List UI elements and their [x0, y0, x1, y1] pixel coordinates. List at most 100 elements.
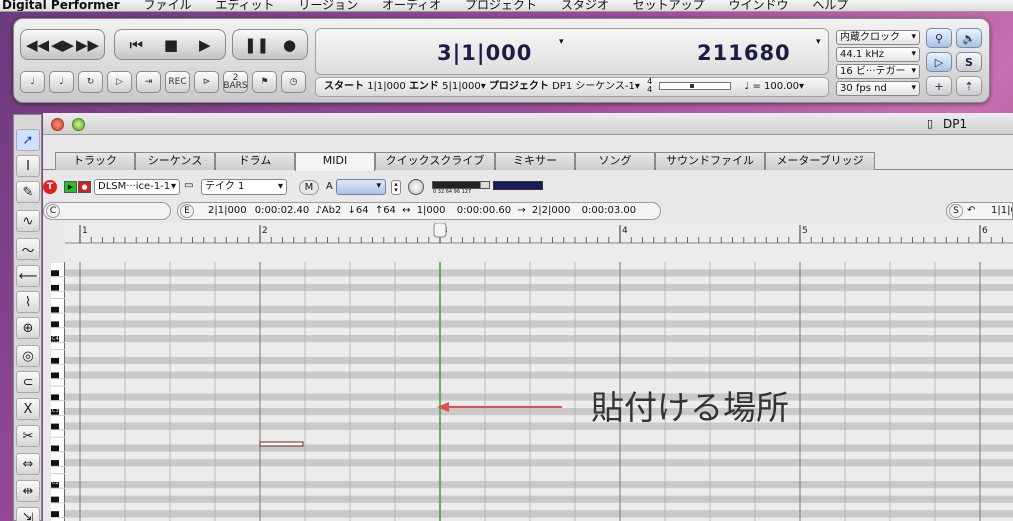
tab-song[interactable]: ソング: [575, 152, 655, 170]
menu-edit[interactable]: エディット: [215, 0, 274, 11]
event-velocity-off[interactable]: ↑64: [375, 205, 396, 216]
play-selection-button[interactable]: ▷: [926, 52, 952, 72]
stop-icon[interactable]: ■: [164, 36, 178, 54]
rhythm-tool[interactable]: ⌇: [16, 291, 40, 313]
start-value[interactable]: 1|1|000: [367, 81, 406, 92]
mute-tool[interactable]: X: [16, 398, 40, 420]
volume-slider[interactable]: [432, 181, 490, 189]
menu-app-name[interactable]: Digital Performer: [2, 0, 120, 11]
end-dropdown-icon[interactable]: ▾: [481, 81, 486, 92]
event-time[interactable]: 0:00:02.40: [255, 205, 309, 216]
main-counter[interactable]: 3|1|000 ▾ 211680 ▾: [315, 28, 829, 75]
sequence-menu[interactable]: シーケンス-1: [575, 81, 634, 92]
project-value[interactable]: DP1: [552, 81, 572, 92]
auto-rewind-button[interactable]: ⊳: [194, 71, 219, 93]
sequence-dropdown-icon[interactable]: ▾: [635, 81, 640, 92]
trim-tool[interactable]: ⇔: [16, 453, 40, 475]
automation-stepper[interactable]: ▴ ▾: [391, 180, 401, 195]
add-button[interactable]: +: [926, 76, 952, 96]
play-icon[interactable]: ▶: [199, 36, 211, 54]
menu-window[interactable]: ウインドウ: [729, 0, 789, 11]
controller-field[interactable]: C: [43, 202, 171, 220]
mute-m-button[interactable]: M: [299, 180, 319, 195]
menu-studio[interactable]: スタジオ: [561, 0, 609, 11]
tab-soundfiles[interactable]: サウンドファイル: [655, 152, 765, 170]
event-info-field[interactable]: E 2|1|000 0:00:02.40 ♪Ab2 ↓64 ↑64 ↔ 1|00…: [177, 202, 661, 220]
play-enable-icon[interactable]: ▶: [64, 181, 77, 193]
counter-samples[interactable]: 211680: [697, 41, 791, 65]
tab-meterbridge[interactable]: メーターブリッジ: [765, 152, 875, 170]
window-titlebar[interactable]: ▯ DP1: [43, 113, 1013, 135]
event-end-position[interactable]: 2|2|000: [532, 205, 571, 216]
pencil-tool[interactable]: ✎: [16, 181, 40, 203]
time-ruler[interactable]: 123456: [65, 222, 1013, 261]
zoom-window-icon[interactable]: [72, 118, 85, 131]
event-pitch[interactable]: ♪Ab2: [315, 205, 341, 216]
rewind-icon[interactable]: ◀◀: [26, 36, 49, 54]
record-icon[interactable]: ●: [283, 36, 296, 54]
curve-tool[interactable]: 〜: [16, 238, 40, 260]
extra-tool[interactable]: ⇲: [16, 507, 40, 521]
undo-icon[interactable]: ↶: [967, 203, 975, 219]
clock-button[interactable]: ◷: [281, 71, 306, 93]
event-duration-time[interactable]: 0:00:00.60: [457, 205, 511, 216]
tempo-dropdown-icon[interactable]: ▾: [799, 81, 804, 92]
overdub-button[interactable]: ⚑: [252, 71, 277, 93]
event-end-time[interactable]: 0:00:03.00: [582, 205, 636, 216]
record-enable-icon[interactable]: ●: [78, 181, 91, 193]
loop-tool[interactable]: ⊂: [16, 371, 40, 393]
tab-mixer[interactable]: ミキサー: [495, 152, 575, 170]
bit-depth-select[interactable]: 16 ビ···テガー: [836, 64, 920, 79]
output-device-select[interactable]: DLSM···ice-1-1 ▾: [94, 179, 180, 195]
bars-button[interactable]: 2 BARS: [223, 71, 248, 93]
menu-help[interactable]: ヘルプ: [812, 0, 848, 11]
shuttle-icon[interactable]: ◀▶: [51, 36, 74, 54]
menu-file[interactable]: ファイル: [144, 0, 192, 11]
wait-button[interactable]: ↻: [78, 71, 103, 93]
event-velocity-on[interactable]: ↓64: [348, 205, 369, 216]
end-value[interactable]: 5|1|000: [442, 81, 481, 92]
close-icon[interactable]: [51, 118, 64, 131]
frame-rate-select[interactable]: 30 fps nd: [836, 81, 920, 96]
take-select[interactable]: テイク 1 ▾: [201, 179, 287, 195]
tempo-value[interactable]: = 100.00: [752, 81, 799, 92]
split-tool[interactable]: ⇹: [16, 480, 40, 502]
counter-dropdown-icon[interactable]: ▾: [559, 37, 564, 47]
meter-display[interactable]: 44: [647, 78, 652, 94]
menu-project[interactable]: プロジェクト: [465, 0, 537, 11]
counter-bars-beats[interactable]: 3|1|000: [437, 41, 532, 65]
note-grid[interactable]: [65, 262, 1013, 521]
snap-position[interactable]: 1|1|0: [991, 203, 1012, 219]
pointer-tool[interactable]: ➚: [16, 129, 40, 151]
tab-midi[interactable]: MIDI: [295, 152, 375, 171]
ibeam-tool[interactable]: I: [16, 155, 40, 177]
tab-drums[interactable]: ドラム: [215, 152, 295, 170]
upload-button[interactable]: ⇡: [956, 76, 982, 96]
skip-back-icon[interactable]: ⏮: [129, 36, 143, 54]
scissors-tool[interactable]: ✂: [16, 425, 40, 447]
menu-region[interactable]: リージョン: [298, 0, 358, 11]
insert-tool[interactable]: ⟵: [16, 265, 40, 287]
auto-record-button[interactable]: REC: [165, 71, 190, 93]
scrub-tool[interactable]: ◎: [16, 345, 40, 367]
tempo-slider-thumb[interactable]: [690, 84, 695, 88]
tempo-slider[interactable]: [659, 82, 732, 90]
pan-knob[interactable]: [408, 179, 424, 195]
fast-forward-icon[interactable]: ▶▶: [76, 36, 99, 54]
track-enable-button[interactable]: T: [43, 180, 57, 194]
punch-button[interactable]: ⇥: [136, 71, 161, 93]
speaker-button[interactable]: 🔈: [956, 28, 982, 48]
piano-keyboard[interactable]: C5 C4 C3 C2: [51, 261, 65, 521]
solo-button[interactable]: S: [956, 52, 982, 72]
metronome-button[interactable]: ♩: [20, 71, 45, 93]
samples-dropdown-icon[interactable]: ▾: [816, 37, 821, 47]
countoff-button[interactable]: ♩: [49, 71, 74, 93]
clock-source-select[interactable]: 内蔵クロック: [836, 30, 920, 45]
automation-select[interactable]: ▾: [336, 179, 386, 195]
tab-quickscribe[interactable]: クイックスクライブ: [375, 152, 495, 170]
event-duration[interactable]: 1|000: [417, 205, 446, 216]
snap-field[interactable]: S ↶ 1|1|0: [946, 202, 1013, 220]
memory-cycle-button[interactable]: ▷: [107, 71, 132, 93]
event-position[interactable]: 2|1|000: [208, 205, 247, 216]
zoom-tool[interactable]: ⊕: [16, 317, 40, 339]
